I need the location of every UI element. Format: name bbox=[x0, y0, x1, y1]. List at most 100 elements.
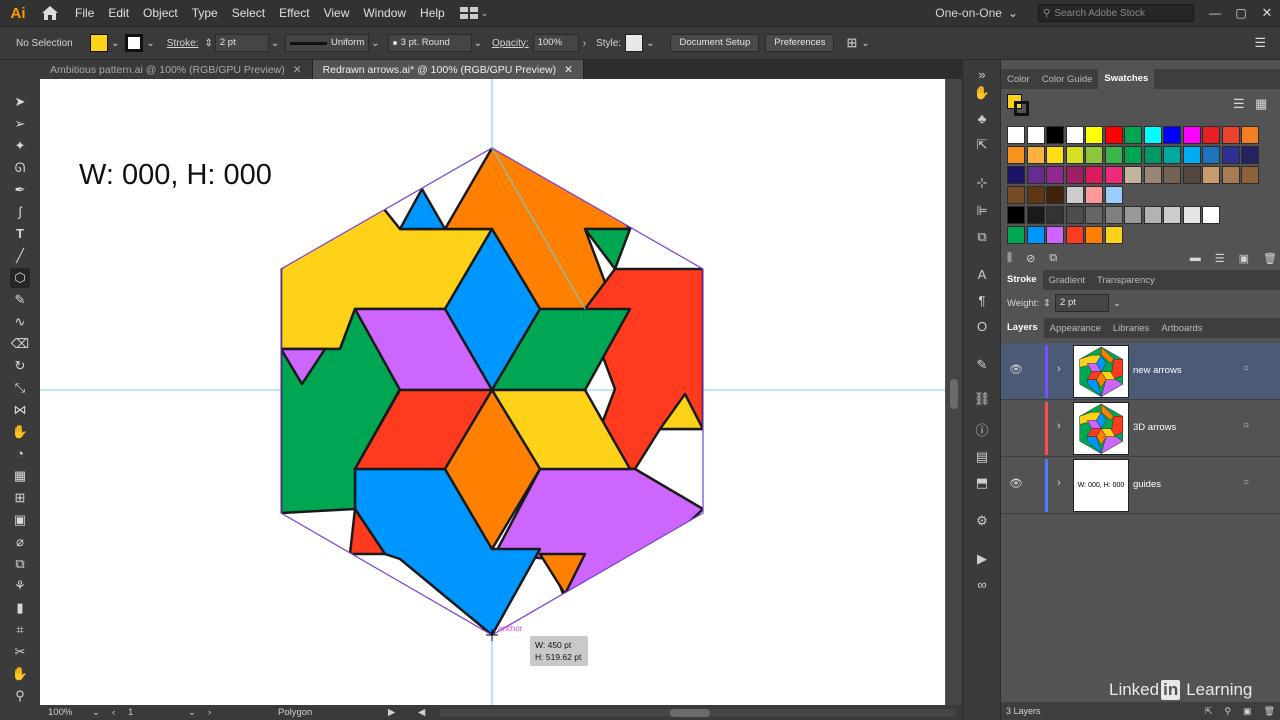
chevron-down-icon[interactable]: ⌄ bbox=[646, 38, 654, 49]
links-icon[interactable]: ⛓ bbox=[973, 390, 991, 408]
swatch[interactable] bbox=[1085, 146, 1103, 164]
tab-transparency[interactable]: Transparency bbox=[1091, 275, 1161, 286]
graphic-styles-icon[interactable]: ✋ bbox=[973, 84, 991, 102]
tab-color[interactable]: Color bbox=[1001, 74, 1036, 85]
lasso-tool-icon[interactable]: ᘏ bbox=[10, 158, 30, 178]
swatch[interactable] bbox=[1085, 126, 1103, 144]
swatch[interactable] bbox=[1182, 146, 1201, 164]
swatch[interactable] bbox=[1085, 226, 1103, 244]
play-icon[interactable]: ▶ bbox=[388, 707, 418, 718]
arrange-documents-icon[interactable]: ⌄ bbox=[459, 5, 494, 21]
stepper-icon[interactable]: ⇕ bbox=[204, 38, 212, 49]
tab-swatches[interactable]: Swatches bbox=[1098, 69, 1155, 89]
swatch[interactable] bbox=[1046, 226, 1064, 244]
target-icon[interactable]: ○ bbox=[1243, 420, 1249, 431]
swatch[interactable] bbox=[1085, 166, 1103, 184]
horizontal-scrollbar[interactable] bbox=[440, 708, 956, 717]
grid-view-icon[interactable]: ▦ bbox=[1255, 96, 1267, 112]
close-icon[interactable]: ✕ bbox=[564, 64, 573, 76]
swatch[interactable] bbox=[1085, 206, 1103, 224]
collapse-icon[interactable]: » bbox=[973, 66, 991, 84]
style-swatch[interactable] bbox=[625, 34, 644, 52]
line-tool-icon[interactable]: ╱ bbox=[10, 246, 30, 266]
stepper-icon[interactable]: ⇕ bbox=[1043, 298, 1051, 309]
swatch[interactable] bbox=[1085, 186, 1103, 204]
chevron-right-icon[interactable]: › bbox=[208, 707, 278, 718]
type-tool-icon[interactable]: T bbox=[10, 224, 30, 244]
menu-type[interactable]: Type bbox=[185, 6, 225, 20]
fill-stroke-indicator[interactable] bbox=[1007, 94, 1029, 116]
home-icon[interactable] bbox=[40, 4, 60, 22]
artboard-number[interactable]: 1 bbox=[128, 707, 188, 718]
info-icon[interactable]: ⓘ bbox=[973, 422, 991, 440]
preferences-button[interactable]: Preferences bbox=[765, 34, 835, 52]
gradient-tool-icon[interactable]: ▣ bbox=[10, 510, 30, 530]
zoom-tool-icon[interactable]: ⚲ bbox=[10, 686, 30, 706]
swatch[interactable] bbox=[1182, 126, 1201, 144]
tab-gradient[interactable]: Gradient bbox=[1043, 275, 1091, 286]
paragraph-icon[interactable]: ¶ bbox=[973, 292, 991, 310]
tab-appearance[interactable]: Appearance bbox=[1044, 323, 1107, 334]
swatch[interactable] bbox=[1046, 206, 1064, 224]
swatch[interactable] bbox=[1143, 146, 1162, 164]
swatch[interactable] bbox=[1143, 206, 1162, 224]
swatch[interactable] bbox=[1221, 166, 1240, 184]
tab-stroke[interactable]: Stroke bbox=[1001, 270, 1043, 290]
polygon-tool-icon[interactable]: ⬡ bbox=[10, 268, 30, 288]
swatch[interactable] bbox=[1007, 186, 1025, 204]
transform-icon[interactable]: ⊹ bbox=[973, 174, 991, 192]
chevron-left-icon[interactable]: ‹ bbox=[112, 707, 128, 718]
eye-icon[interactable]: 👁 bbox=[1009, 477, 1023, 490]
swatch[interactable] bbox=[1046, 166, 1064, 184]
layer-name[interactable]: new arrows bbox=[1133, 365, 1182, 376]
swatch[interactable] bbox=[1202, 126, 1220, 144]
maximize-icon[interactable]: ▢ bbox=[1228, 6, 1254, 20]
brush-select[interactable]: 3 pt. Round bbox=[387, 34, 472, 52]
artboard[interactable]: W: 000, H: 000 anchor W: 450 pt H: 519.6… bbox=[40, 79, 945, 705]
tab-color-guide[interactable]: Color Guide bbox=[1036, 74, 1099, 85]
new-layer-icon[interactable]: ▣ bbox=[1243, 706, 1252, 717]
swatch[interactable] bbox=[1046, 146, 1064, 164]
selection-tool-icon[interactable]: ➤ bbox=[10, 92, 30, 112]
symbols-icon[interactable]: ♣ bbox=[973, 110, 991, 128]
hexagon-artwork[interactable]: anchor bbox=[40, 79, 945, 705]
slice-tool-icon[interactable]: ✂ bbox=[10, 642, 30, 662]
asset-export-icon[interactable]: ⇱ bbox=[973, 136, 991, 154]
pathfinder-icon[interactable]: ⧉ bbox=[973, 228, 991, 246]
scale-tool-icon[interactable]: ⤡ bbox=[10, 378, 30, 398]
new-color-group-icon[interactable]: ▬ bbox=[1190, 252, 1201, 268]
chevron-down-icon[interactable]: ⌄ bbox=[1113, 298, 1121, 309]
artboard-tool-icon[interactable]: ⌗ bbox=[10, 620, 30, 640]
close-icon[interactable]: ✕ bbox=[293, 64, 302, 76]
rotate-tool-icon[interactable]: ↻ bbox=[10, 356, 30, 376]
character-icon[interactable]: A bbox=[973, 266, 991, 284]
swatch[interactable] bbox=[1163, 146, 1181, 164]
stock-search[interactable]: ⚲ Search Adobe Stock bbox=[1038, 4, 1194, 22]
chevron-right-icon[interactable]: › bbox=[583, 38, 586, 49]
layer-row-guides[interactable]: 👁 › W: 000, H: 000 guides ○ bbox=[1001, 457, 1280, 514]
swatch[interactable] bbox=[1026, 206, 1045, 224]
swatch[interactable] bbox=[1007, 126, 1025, 144]
blend-tool-icon[interactable]: ⧉ bbox=[10, 554, 30, 574]
chevron-down-icon[interactable]: ⌄ bbox=[111, 38, 119, 49]
column-graph-tool-icon[interactable]: ▮ bbox=[10, 598, 30, 618]
links-panel-icon[interactable]: ∞ bbox=[973, 576, 991, 594]
paintbrush-tool-icon[interactable]: ✎ bbox=[10, 290, 30, 310]
menu-object[interactable]: Object bbox=[136, 6, 185, 20]
swatch[interactable] bbox=[1163, 206, 1181, 224]
swatch[interactable] bbox=[1026, 186, 1045, 204]
layer-name[interactable]: 3D arrows bbox=[1133, 422, 1176, 433]
swatch[interactable] bbox=[1202, 146, 1220, 164]
weight-field[interactable]: 2 pt bbox=[1055, 294, 1110, 312]
swatch[interactable] bbox=[1241, 126, 1259, 144]
layer-name[interactable]: guides bbox=[1133, 479, 1161, 490]
chevron-down-icon[interactable]: ⌄ bbox=[371, 38, 379, 49]
target-icon[interactable]: ○ bbox=[1243, 363, 1249, 374]
expand-chevron-icon[interactable]: › bbox=[1057, 363, 1061, 375]
mesh-tool-icon[interactable]: ⊞ bbox=[10, 488, 30, 508]
swatch[interactable] bbox=[1065, 186, 1084, 204]
menu-edit[interactable]: Edit bbox=[101, 6, 136, 20]
brushes-icon[interactable]: ✎ bbox=[973, 356, 991, 374]
swatch-options-edit-icon[interactable]: ☰ bbox=[1215, 252, 1225, 268]
expand-chevron-icon[interactable]: › bbox=[1057, 477, 1061, 489]
